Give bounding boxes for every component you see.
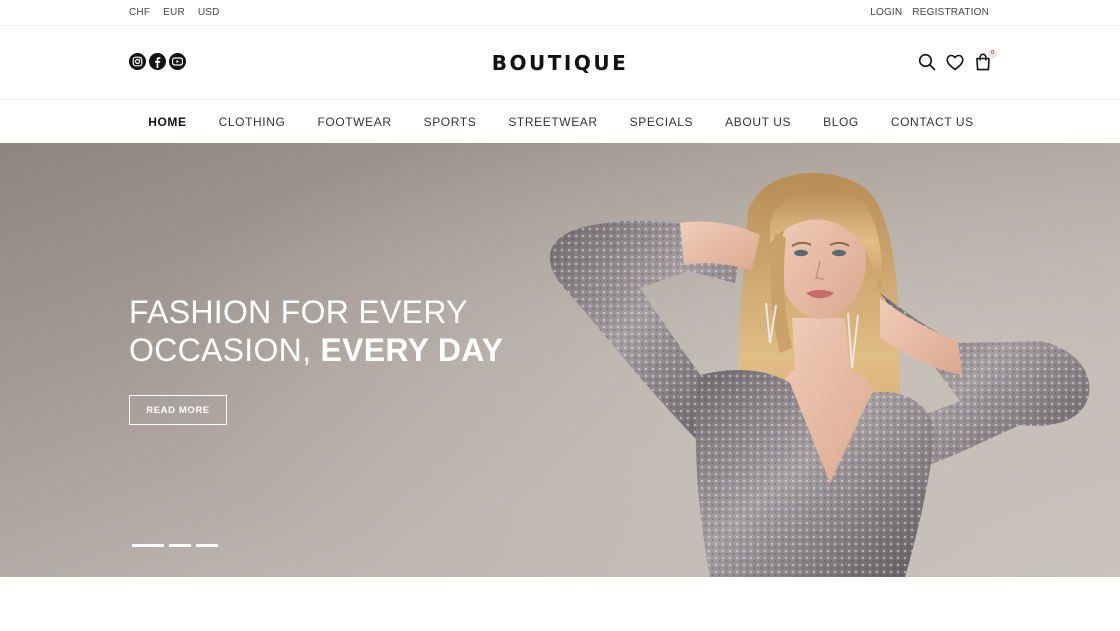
site-header: BOUTIQUE 0 xyxy=(0,26,1120,100)
nav-item-streetwear[interactable]: STREETWEAR xyxy=(508,115,597,129)
nav-item-specials[interactable]: SPECIALS xyxy=(630,115,694,129)
registration-link[interactable]: REGISTRATION xyxy=(912,7,989,18)
slider-pagination xyxy=(132,544,218,547)
search-icon[interactable] xyxy=(918,52,936,72)
nav-item-clothing[interactable]: CLOTHING xyxy=(219,115,286,129)
read-more-button[interactable]: READ MORE xyxy=(129,395,227,425)
heart-icon[interactable] xyxy=(946,52,964,72)
slider-dot-2[interactable] xyxy=(169,544,191,547)
cart-count-badge: 0 xyxy=(988,49,997,58)
slider-dot-1[interactable] xyxy=(132,544,164,547)
currency-eur[interactable]: EUR xyxy=(163,7,185,18)
nav-item-footwear[interactable]: FOOTWEAR xyxy=(317,115,391,129)
hero-title: FASHION FOR EVERY OCCASION, EVERY DAY xyxy=(129,293,503,369)
slider-dot-3[interactable] xyxy=(196,544,218,547)
nav-item-home[interactable]: HOME xyxy=(148,115,186,129)
hero-title-bold: EVERY DAY xyxy=(320,332,504,368)
bag-icon[interactable]: 0 xyxy=(974,49,997,72)
main-navigation: HOME CLOTHING FOOTWEAR SPORTS STREETWEAR… xyxy=(0,100,1120,143)
nav-item-about-us[interactable]: ABOUT US xyxy=(725,115,791,129)
nav-item-sports[interactable]: SPORTS xyxy=(424,115,477,129)
hero-slider: FASHION FOR EVERY OCCASION, EVERY DAY RE… xyxy=(0,143,1120,577)
nav-item-contact-us[interactable]: CONTACT US xyxy=(891,115,974,129)
header-actions: 0 xyxy=(918,49,997,72)
currency-usd[interactable]: USD xyxy=(198,7,220,18)
account-links: LOGIN REGISTRATION xyxy=(870,7,989,18)
top-bar: CHF EUR USD LOGIN REGISTRATION xyxy=(0,0,1120,26)
hero-title-line1: FASHION FOR EVERY xyxy=(129,294,468,330)
login-link[interactable]: LOGIN xyxy=(870,7,902,18)
currency-switcher: CHF EUR USD xyxy=(129,7,220,18)
hero-title-light: OCCASION, xyxy=(129,332,321,368)
nav-item-blog[interactable]: BLOG xyxy=(823,115,859,129)
hero-title-line2: OCCASION, EVERY DAY xyxy=(129,331,503,369)
currency-chf[interactable]: CHF xyxy=(129,7,150,18)
